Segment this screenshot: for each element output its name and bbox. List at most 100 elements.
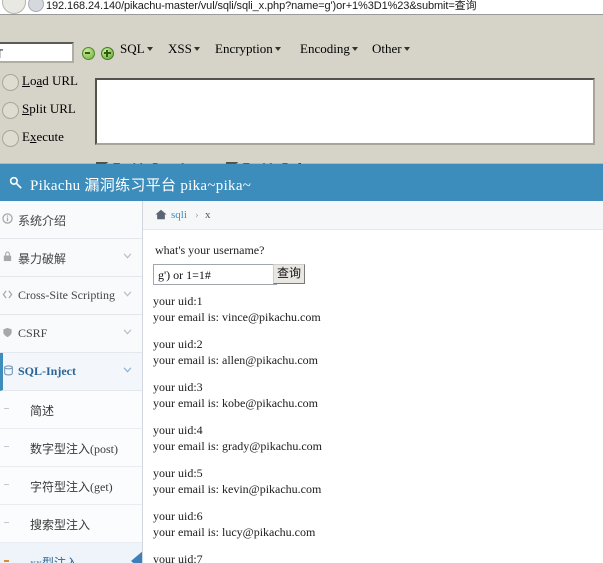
menu-encryption-label: Encryption: [215, 41, 273, 56]
sidebar-subitem-string-get-label: 字符型注入(get): [30, 480, 113, 494]
result-item: your uid:6 your email is: lucy@pikachu.c…: [153, 508, 593, 540]
sidebar-subitem-search[interactable]: 搜索型注入: [0, 505, 142, 543]
bullet-dash-icon: [4, 408, 9, 409]
menu-sql[interactable]: SQL: [120, 41, 153, 57]
page-title: Pikachu 漏洞练习平台 pika~pika~: [30, 178, 252, 194]
collapse-button-icon[interactable]: [82, 47, 95, 60]
result-item: your uid:5 your email is: kevin@pikachu.…: [153, 465, 593, 497]
main-content: sqli › x what's your username? g') or 1=…: [143, 201, 603, 563]
execute-label: Execute: [22, 129, 64, 144]
result-item: your uid:3 your email is: kobe@pikachu.c…: [153, 379, 593, 411]
code-icon: [2, 290, 13, 299]
result-uid: your uid:6: [153, 509, 203, 523]
result-email: your email is: kevin@pikachu.com: [153, 482, 322, 496]
result-item: your uid:7 your email is: lili@pikachu.c…: [153, 551, 593, 563]
load-url-button[interactable]: Load URL: [0, 70, 80, 98]
result-item: your uid:4 your email is: grady@pikachu.…: [153, 422, 593, 454]
result-email: your email is: grady@pikachu.com: [153, 439, 323, 453]
execute-button[interactable]: Execute: [0, 126, 80, 154]
hackbar-toolbar: INT SQL XSS Encryption Encoding Other Lo…: [0, 15, 603, 175]
chevron-down-icon: [123, 329, 132, 335]
result-email: your email is: allen@pikachu.com: [153, 353, 319, 367]
chevron-down-icon: [274, 47, 281, 51]
split-url-icon: [2, 102, 19, 119]
sidebar-item-bruteforce[interactable]: 暴力破解: [0, 239, 142, 277]
sidebar-item-intro[interactable]: 系统介绍: [0, 201, 142, 239]
database-icon: [4, 365, 13, 376]
info-icon: [2, 213, 13, 224]
shield-icon: [3, 327, 12, 338]
breadcrumb-current: x: [205, 209, 211, 221]
hackbar-url-textarea[interactable]: [95, 78, 595, 145]
breadcrumb-link-sqli[interactable]: sqli: [171, 209, 187, 221]
menu-encoding[interactable]: Encoding: [300, 41, 358, 57]
chevron-down-icon: [123, 253, 132, 259]
sidebar: 系统介绍 暴力破解 Cross-Site Scripting CSRF SQL-…: [0, 201, 143, 563]
sidebar-item-intro-label: 系统介绍: [18, 214, 67, 228]
hackbar-mode-value: INT: [0, 47, 3, 61]
sidebar-subitem-string-get[interactable]: 字符型注入(get): [0, 467, 142, 505]
sidebar-subitem-xx-type-label: xx型注入: [30, 556, 79, 563]
chevron-down-icon: [193, 47, 200, 51]
bullet-dash-icon: [4, 560, 9, 562]
bullet-dash-icon: [4, 522, 9, 523]
sidebar-subitem-search-label: 搜索型注入: [30, 518, 91, 532]
bullet-dash-icon: [4, 446, 9, 447]
chevron-down-icon: [123, 291, 132, 297]
results-list: your uid:1 your email is: vince@pikachu.…: [153, 293, 593, 563]
search-icon: [9, 176, 22, 189]
load-url-label: Load URL: [22, 73, 78, 88]
chevron-down-icon: [403, 47, 410, 51]
chevron-down-icon: [351, 47, 358, 51]
menu-encryption[interactable]: Encryption: [215, 41, 281, 57]
browser-url-bar[interactable]: 192.168.24.140/pikachu-master/vul/sqli/s…: [0, 0, 603, 15]
expand-button-icon[interactable]: [101, 47, 114, 60]
sidebar-item-xss[interactable]: Cross-Site Scripting: [0, 277, 142, 315]
sidebar-item-bruteforce-label: 暴力破解: [18, 252, 67, 266]
url-text[interactable]: 192.168.24.140/pikachu-master/vul/sqli/s…: [46, 0, 477, 13]
result-email: your email is: lucy@pikachu.com: [153, 525, 316, 539]
menu-encoding-label: Encoding: [300, 41, 350, 56]
menu-xss-label: XSS: [168, 41, 192, 56]
hackbar-actions: Load URL Split URL Execute: [0, 70, 80, 154]
breadcrumb: sqli › x: [143, 201, 603, 230]
username-question-label: what's your username?: [155, 243, 265, 257]
back-button-icon[interactable]: [2, 0, 26, 14]
home-icon: [155, 209, 167, 220]
menu-other[interactable]: Other: [372, 41, 410, 57]
sidebar-subitem-overview[interactable]: 简述: [0, 391, 142, 429]
result-uid: your uid:7: [153, 552, 203, 563]
menu-xss[interactable]: XSS: [168, 41, 200, 57]
split-url-button[interactable]: Split URL: [0, 98, 80, 126]
result-email: your email is: vince@pikachu.com: [153, 310, 321, 324]
sidebar-item-xss-label: Cross-Site Scripting: [18, 288, 116, 302]
favicon-icon: [28, 0, 44, 12]
chevron-down-icon: [146, 47, 153, 51]
sidebar-item-sql-inject-label: SQL-Inject: [18, 364, 76, 378]
split-url-label: Split URL: [22, 101, 76, 116]
result-uid: your uid:5: [153, 466, 203, 480]
username-input[interactable]: g') or 1=1#: [153, 264, 277, 285]
lock-icon: [3, 251, 12, 262]
sidebar-subitem-xx-type[interactable]: xx型注入: [0, 543, 142, 563]
submit-query-button[interactable]: 查询: [273, 264, 305, 284]
result-uid: your uid:1: [153, 294, 203, 308]
execute-icon: [2, 130, 19, 147]
bullet-dash-icon: [4, 484, 9, 485]
result-item: your uid:1 your email is: vince@pikachu.…: [153, 293, 593, 325]
result-item: your uid:2 your email is: allen@pikachu.…: [153, 336, 593, 368]
breadcrumb-separator: ›: [195, 209, 199, 221]
result-uid: your uid:4: [153, 423, 203, 437]
page-root: 192.168.24.140/pikachu-master/vul/sqli/s…: [0, 0, 603, 563]
result-uid: your uid:3: [153, 380, 203, 394]
menu-other-label: Other: [372, 41, 402, 56]
result-email: your email is: kobe@pikachu.com: [153, 396, 319, 410]
hackbar-mode-select[interactable]: INT: [0, 42, 74, 63]
site-header: Pikachu 漏洞练习平台 pika~pika~: [0, 164, 603, 201]
sidebar-subitem-numeric-post[interactable]: 数字型注入(post): [0, 429, 142, 467]
chevron-down-icon: [123, 367, 132, 373]
load-url-icon: [2, 74, 19, 91]
menu-sql-label: SQL: [120, 41, 145, 56]
sidebar-item-csrf[interactable]: CSRF: [0, 315, 142, 353]
sidebar-item-sql-inject[interactable]: SQL-Inject: [0, 353, 142, 391]
